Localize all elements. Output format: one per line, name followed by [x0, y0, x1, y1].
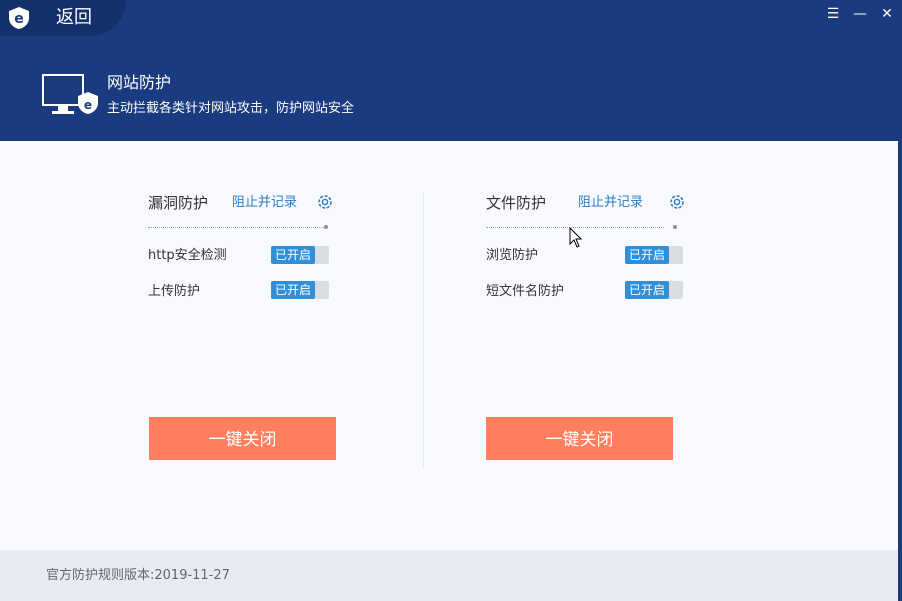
toggle-browse[interactable]: 已开启	[625, 246, 683, 264]
toggle-shortname[interactable]: 已开启	[625, 281, 683, 299]
toggle-upload[interactable]: 已开启	[271, 281, 329, 299]
close-all-button-vulnerability[interactable]: 一键关闭	[149, 417, 336, 460]
shield-e-logo-icon: e	[9, 7, 29, 29]
separator-end-dot	[324, 225, 328, 229]
item-label-http: http安全检测	[148, 248, 227, 263]
toggle-status: 已开启	[271, 281, 315, 299]
content-area	[0, 141, 902, 550]
panel-title-file: 文件防护	[486, 194, 547, 212]
back-button[interactable]: e 返回	[0, 0, 126, 36]
minimize-icon[interactable]: —	[849, 4, 871, 26]
page-title: 网站防护	[107, 73, 172, 92]
monitor-shield-icon: e	[42, 74, 98, 114]
toggle-status: 已开启	[271, 246, 315, 264]
close-window-icon[interactable]: ✕	[876, 4, 898, 26]
gear-icon[interactable]	[668, 193, 686, 211]
item-label-upload: 上传防护	[148, 284, 201, 299]
header-bar	[0, 0, 902, 141]
panel-divider	[423, 192, 424, 467]
panel-separator	[148, 227, 326, 228]
back-label: 返回	[56, 7, 92, 28]
toggle-http[interactable]: 已开启	[271, 246, 329, 264]
menu-icon[interactable]: ☰	[822, 4, 844, 26]
mode-link-vulnerability[interactable]: 阻止并记录	[232, 195, 297, 211]
rules-version: 官方防护规则版本:2019-11-27	[46, 568, 230, 583]
page-subtitle: 主动拦截各类针对网站攻击，防护网站安全	[107, 101, 355, 116]
window-border	[898, 141, 902, 601]
item-label-browse: 浏览防护	[486, 248, 539, 263]
mouse-cursor-icon	[569, 227, 583, 248]
gear-icon[interactable]	[316, 193, 334, 211]
svg-text:e: e	[14, 11, 24, 27]
toggle-status: 已开启	[625, 246, 669, 264]
panel-title-vulnerability: 漏洞防护	[148, 194, 209, 212]
toggle-status: 已开启	[625, 281, 669, 299]
close-all-button-file[interactable]: 一键关闭	[486, 417, 673, 460]
item-label-shortname: 短文件名防护	[486, 284, 565, 299]
mode-link-file[interactable]: 阻止并记录	[578, 195, 643, 211]
svg-text:e: e	[84, 98, 92, 112]
separator-end-dot	[673, 225, 677, 229]
